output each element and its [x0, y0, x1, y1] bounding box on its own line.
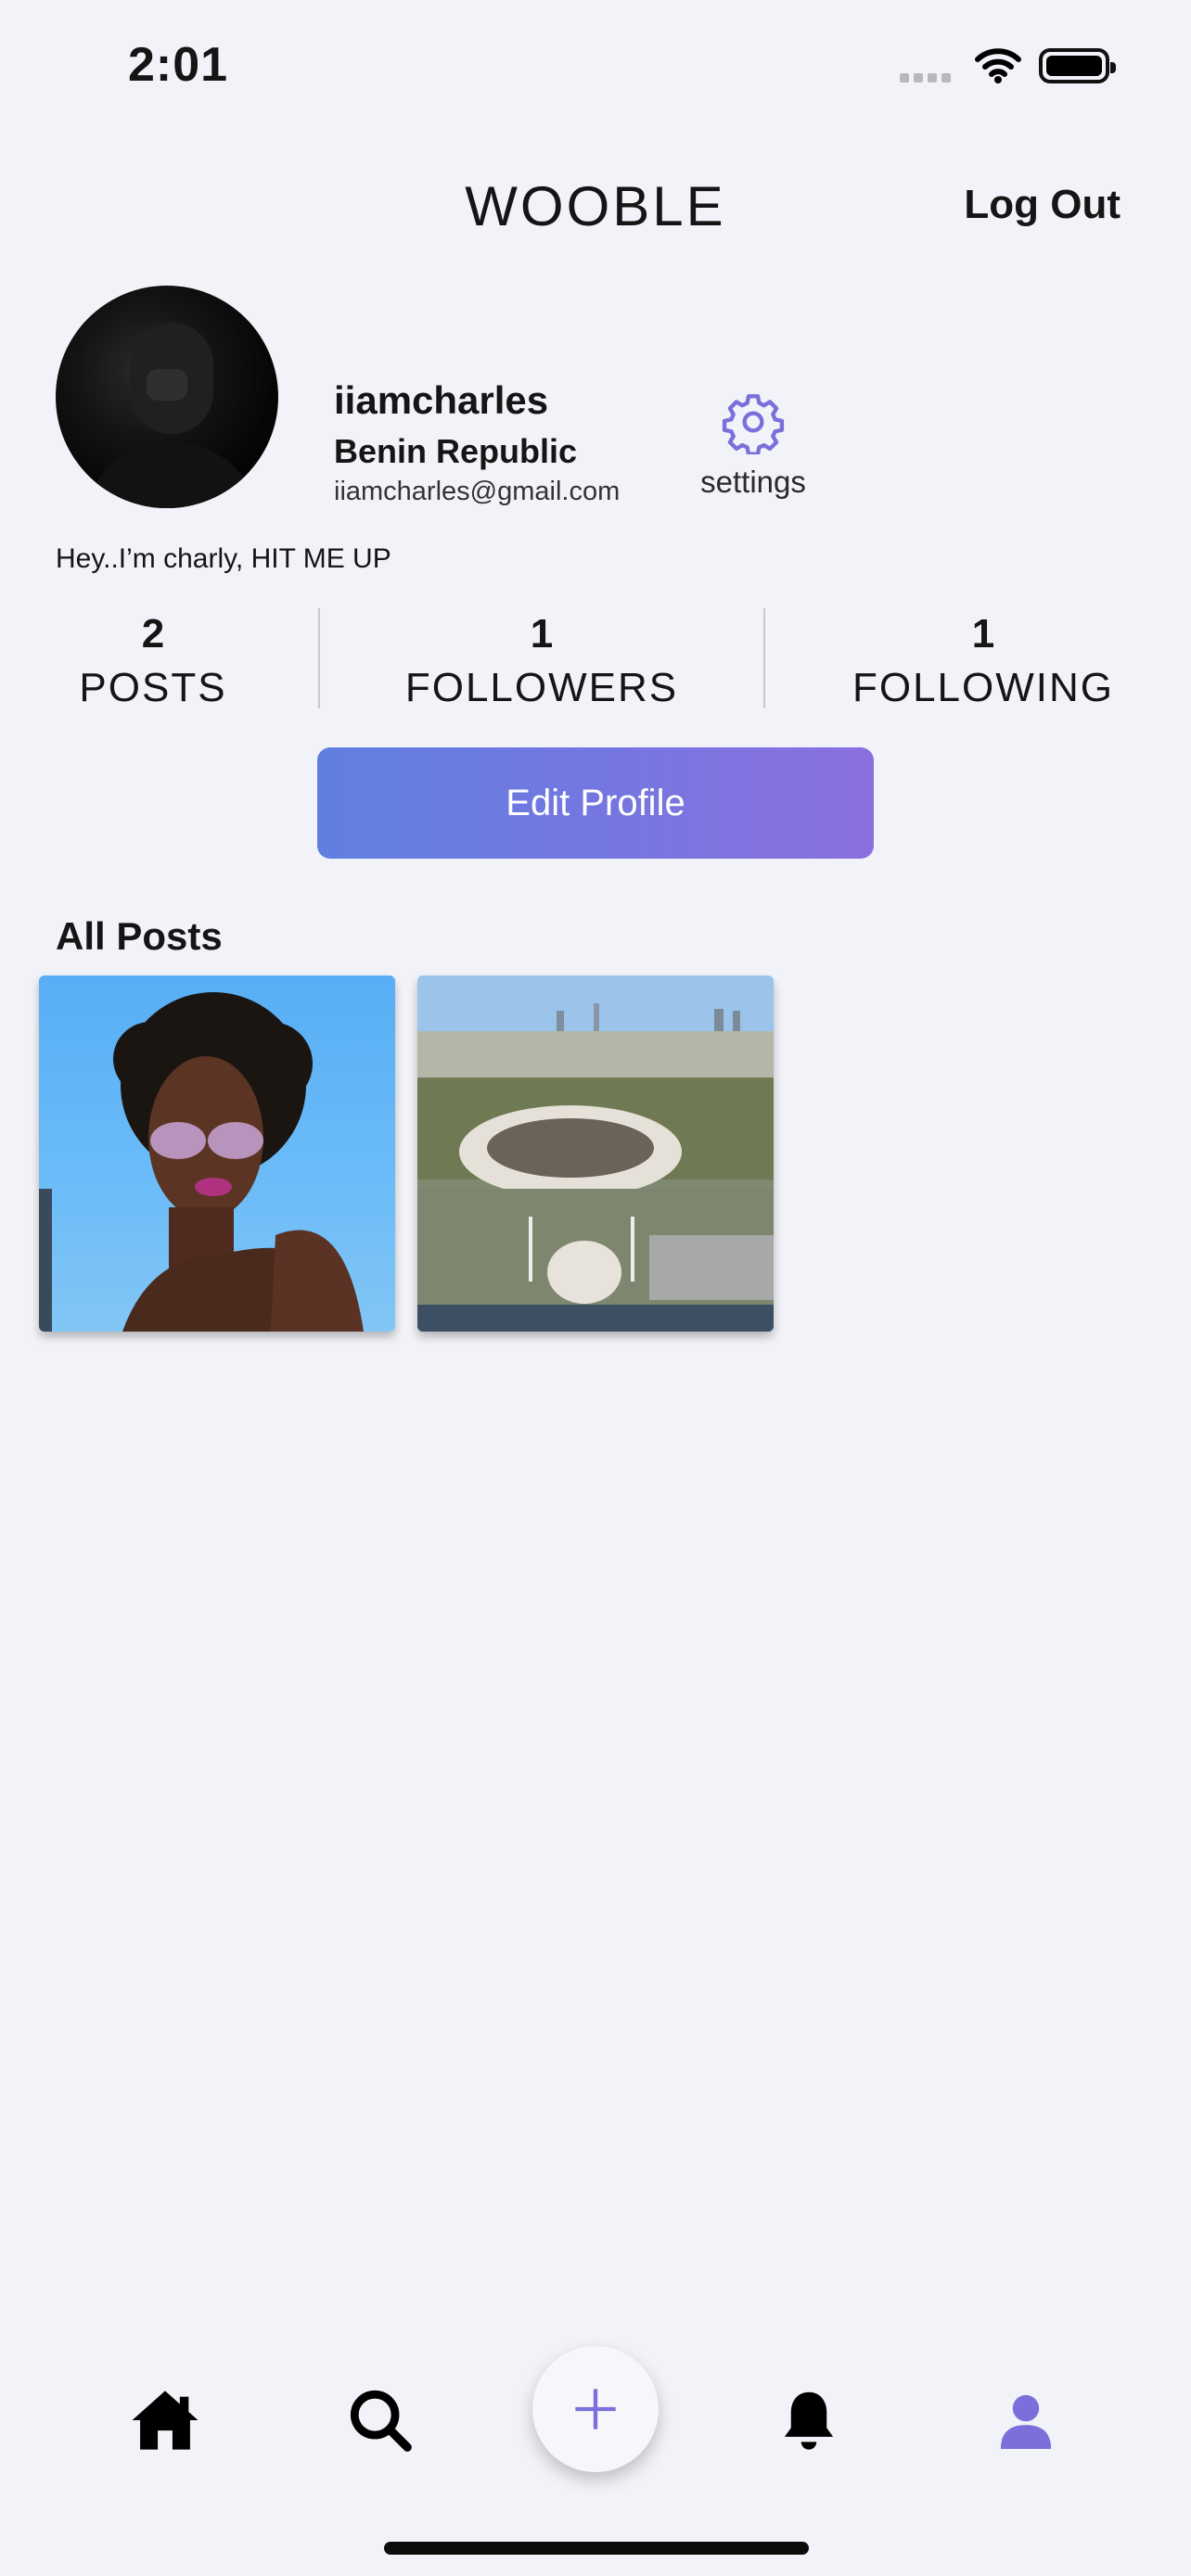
edit-profile-button[interactable]: Edit Profile: [317, 747, 874, 859]
stat-following[interactable]: 1 FOLLOWING: [816, 606, 1150, 714]
posts-label: POSTS: [79, 665, 227, 710]
followers-count: 1: [530, 611, 554, 657]
location: Benin Republic: [334, 432, 578, 470]
portrait-photo-icon: [39, 992, 364, 1332]
bell-icon: [784, 2391, 834, 2450]
following-count: 1: [971, 611, 995, 657]
email: iiamcharles@gmail.com: [334, 477, 621, 506]
all-posts-title: All Posts: [56, 914, 223, 958]
posts-count: 2: [141, 611, 165, 657]
gear-icon: [722, 394, 785, 456]
signal-icon: [900, 70, 955, 87]
city-stadium-photo-icon: [417, 976, 774, 1332]
followers-label: FOLLOWERS: [404, 665, 679, 710]
add-post-button[interactable]: [532, 2346, 659, 2472]
status-time: 2:01: [128, 38, 229, 92]
profile-icon: [1000, 2394, 1052, 2449]
tab-home[interactable]: [128, 2383, 202, 2457]
settings-button[interactable]: settings: [686, 389, 820, 500]
wifi-icon: [974, 46, 1022, 88]
tab-search[interactable]: [343, 2383, 417, 2457]
bio: Hey..I’m charly, HIT ME UP: [56, 543, 391, 574]
avatar[interactable]: [56, 286, 278, 508]
tab-profile[interactable]: [989, 2383, 1063, 2457]
home-icon: [132, 2391, 198, 2450]
username: iiamcharles: [334, 378, 549, 422]
add-icon: [575, 2389, 616, 2429]
battery-icon: [1039, 48, 1116, 83]
logout-button[interactable]: Log Out: [964, 182, 1121, 228]
stat-posts[interactable]: 2 POSTS: [37, 606, 269, 714]
stat-divider: [763, 608, 765, 708]
settings-label: settings: [700, 465, 806, 499]
search-icon: [350, 2390, 412, 2452]
post-thumbnail[interactable]: [39, 976, 395, 1332]
stat-divider: [318, 608, 320, 708]
tab-notifications[interactable]: [772, 2383, 846, 2457]
post-thumbnail[interactable]: [417, 976, 774, 1332]
stat-followers[interactable]: 1 FOLLOWERS: [384, 606, 699, 714]
home-indicator: [384, 2542, 809, 2555]
following-label: FOLLOWING: [852, 665, 1115, 710]
